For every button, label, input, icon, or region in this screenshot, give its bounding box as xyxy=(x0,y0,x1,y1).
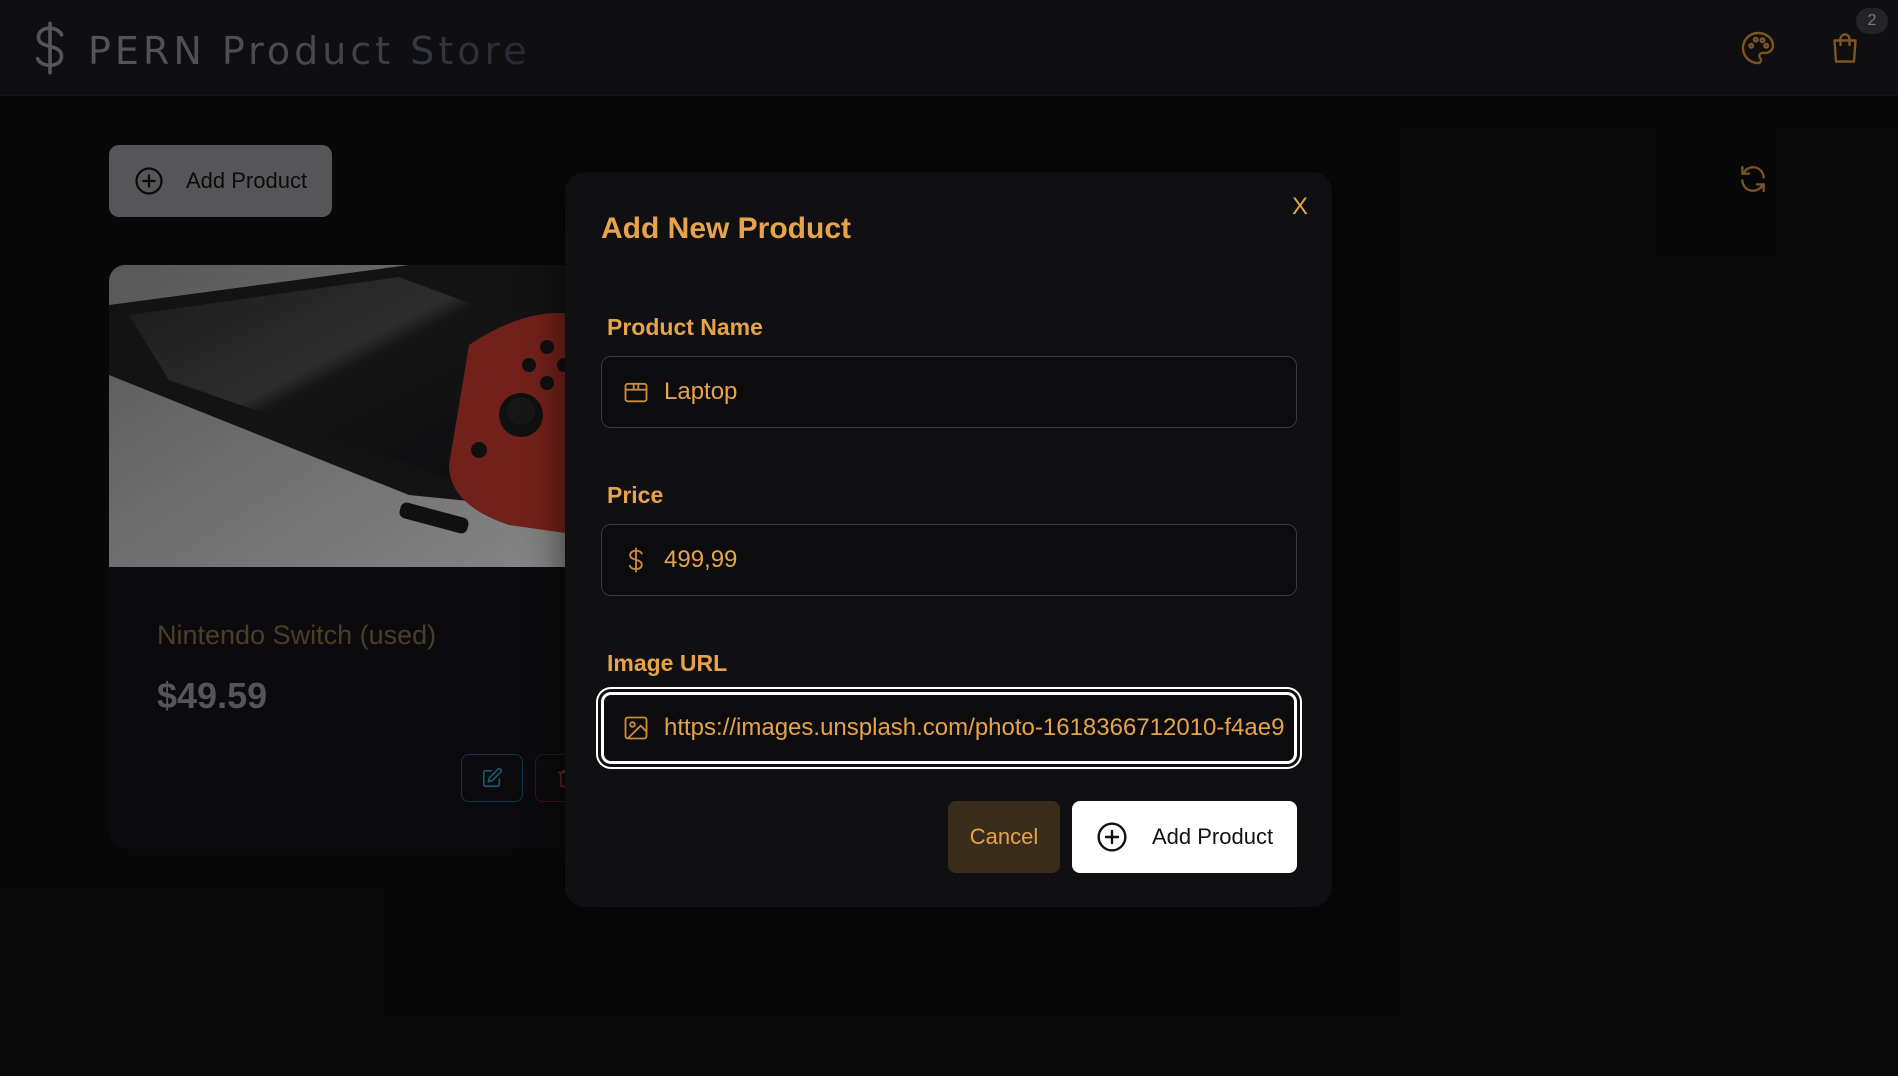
image-icon xyxy=(624,716,648,740)
product-name-value: Laptop xyxy=(664,378,738,405)
add-product-modal: X Add New Product Product Name Laptop Pr… xyxy=(565,172,1332,907)
plus-circle-icon xyxy=(1097,822,1127,852)
image-url-value: https://images.unsplash.com/photo-161836… xyxy=(664,714,1285,741)
image-url-input[interactable]: https://images.unsplash.com/photo-161836… xyxy=(601,692,1297,764)
cancel-button[interactable]: Cancel xyxy=(948,801,1060,873)
product-name-label: Product Name xyxy=(607,314,763,340)
image-url-label: Image URL xyxy=(607,650,728,676)
close-button[interactable]: X xyxy=(1287,194,1313,220)
price-label: Price xyxy=(607,482,664,508)
price-input[interactable]: 499,99 xyxy=(601,524,1297,596)
submit-label: Add Product xyxy=(1152,824,1274,849)
modal-title: Add New Product xyxy=(601,212,852,245)
dollar-icon xyxy=(628,547,643,573)
price-value: 499,99 xyxy=(664,546,738,573)
product-name-input[interactable]: Laptop xyxy=(601,356,1297,428)
submit-add-product-button[interactable]: Add Product xyxy=(1072,801,1297,873)
package-icon xyxy=(624,382,648,403)
